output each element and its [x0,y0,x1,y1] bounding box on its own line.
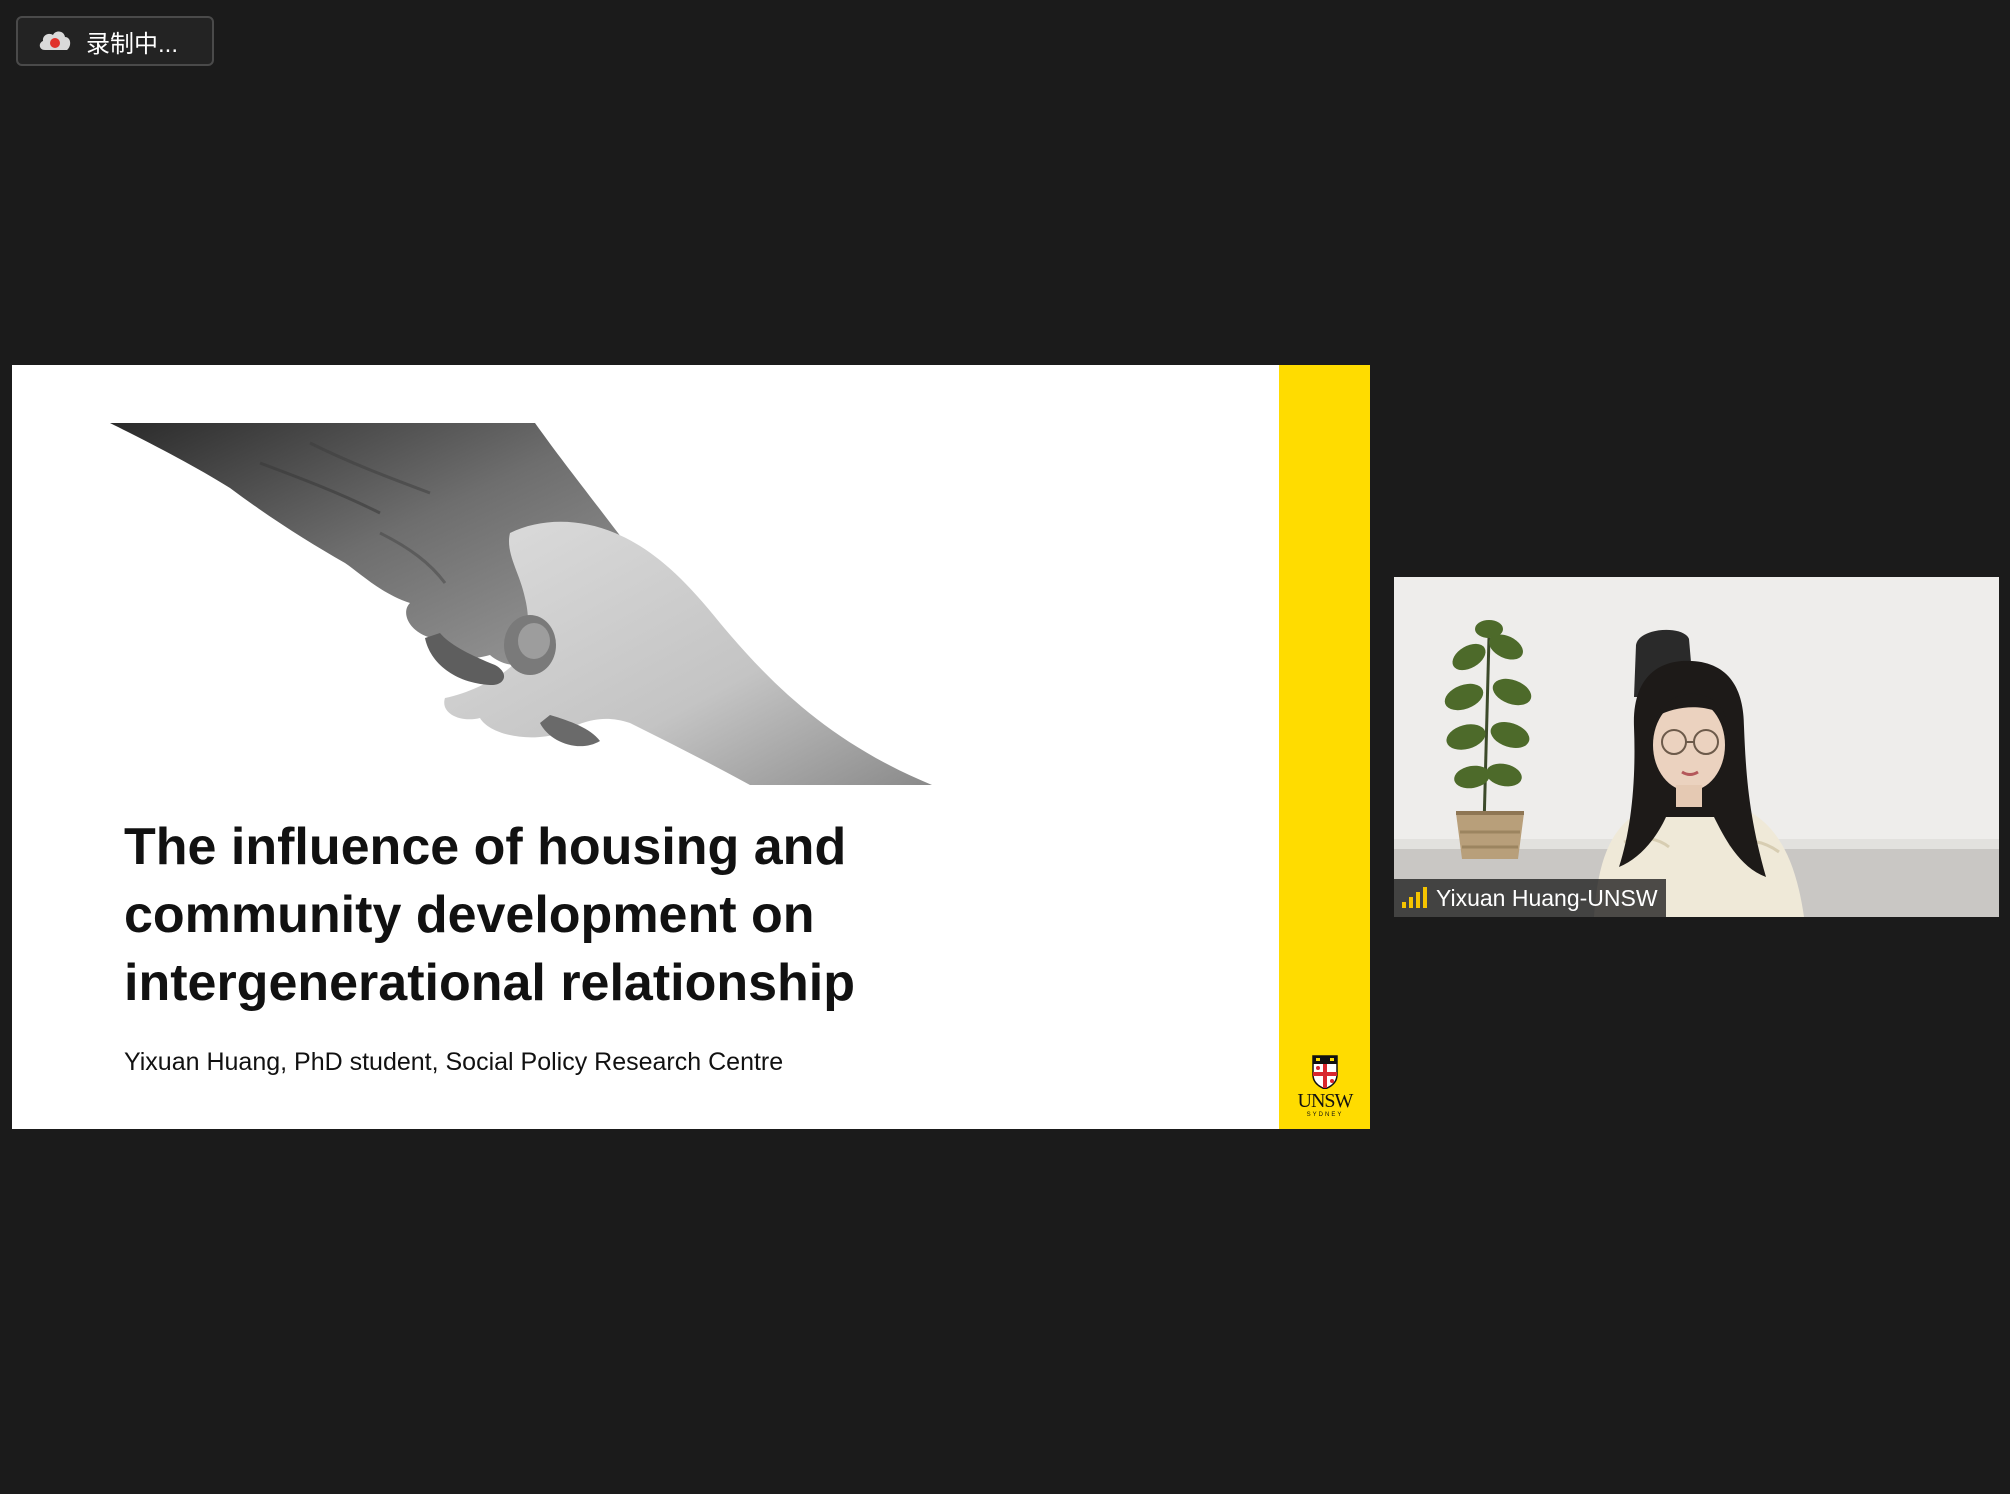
shared-slide: The influence of housing and community d… [12,365,1370,1129]
recording-label: 录制中... [86,30,179,58]
unsw-logo: UNSW SYDNEY [1293,1055,1357,1119]
slide-title-line: community development on [124,886,815,944]
slide-subtitle: Yixuan Huang, PhD student, Social Policy… [124,1048,784,1076]
participant-name-tag: Yixuan Huang-UNSW [1394,879,1666,917]
signal-strength-icon [1402,887,1427,908]
participant-name: Yixuan Huang-UNSW [1436,884,1658,911]
meeting-window: 录制中... The influence of housing and comm… [0,0,2010,1494]
unsw-crest-icon [1312,1055,1338,1089]
slide-title-line: The influence of housing and [124,818,847,876]
cloud-recording-icon [39,31,71,50]
slide-accent-bar [1279,365,1370,1129]
unsw-logo-subtext: SYDNEY [1306,1112,1344,1118]
slide-title-line: intergenerational relationship [124,954,856,1012]
unsw-logo-text: UNSW [1297,1090,1354,1112]
recording-indicator[interactable]: 录制中... [16,16,214,66]
participant-video-tile[interactable]: Yixuan Huang-UNSW [1394,577,1999,917]
slide-title: The influence of housing and community d… [124,813,984,1017]
hands-holding-image [110,423,932,785]
participant-video-frame [1394,577,1999,917]
